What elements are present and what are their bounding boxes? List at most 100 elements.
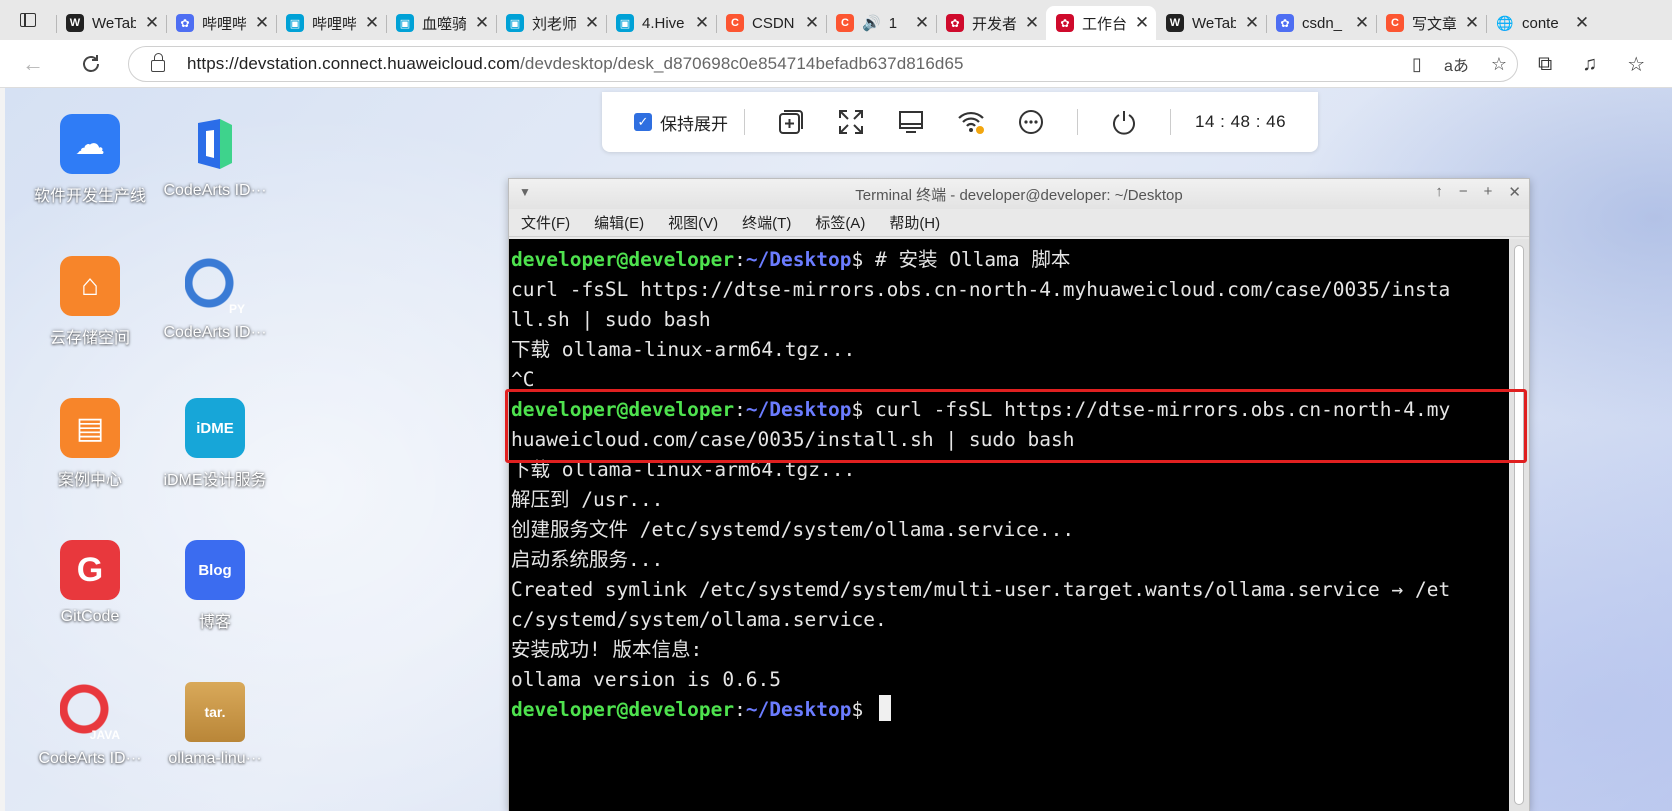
terminal-menu-item[interactable]: 帮助(H)	[889, 212, 940, 233]
bilibili-icon: ▣	[286, 14, 304, 32]
desktop-icon[interactable]: CodeArts ID···	[150, 114, 280, 200]
workspaces-icon	[20, 13, 36, 27]
terminal-menu-item[interactable]: 文件(F)	[521, 212, 570, 233]
tab-title: 开发者	[972, 15, 1016, 33]
browser-tab[interactable]: C 🔊 1 ✕	[826, 6, 936, 40]
terminal-line: 创建服务文件 /etc/systemd/system/ollama.servic…	[509, 515, 1511, 545]
address-bar[interactable]: https://devstation.connect.huaweicloud.c…	[128, 46, 1518, 82]
keep-expanded-checkbox[interactable]: ✓	[634, 113, 652, 131]
bilibili-icon: ▣	[396, 14, 414, 32]
tab-title: 哔哩哔哩	[312, 15, 356, 33]
terminal-line: ollama version is 0.6.5	[509, 665, 1511, 695]
collections-icon[interactable]: ☆	[1627, 52, 1645, 77]
desktop-icon[interactable]: Blog 博客	[150, 540, 280, 632]
browser-tab[interactable]: C CSDN ✕	[716, 6, 826, 40]
browser-tab[interactable]: ✿ 哔哩哔哩 ✕	[166, 6, 276, 40]
desktop-icon[interactable]: G GitCode	[25, 540, 155, 626]
back-button[interactable]: ←	[14, 45, 52, 83]
desktop-icon-label: 软件开发生产线	[33, 188, 146, 205]
terminal-window[interactable]: ▼ Terminal 终端 - developer@developer: ~/D…	[508, 178, 1530, 811]
tab-close-icon[interactable]: ✕	[1574, 13, 1590, 33]
browser-tab[interactable]: ▣ 4.Hive ✕	[606, 6, 716, 40]
display-button[interactable]	[893, 104, 929, 140]
tab-close-icon[interactable]: ✕	[364, 13, 380, 33]
desktop-icon[interactable]: JAVA CodeArts ID···	[25, 682, 155, 768]
desktop-icon[interactable]: ☁ 软件开发生产线	[25, 114, 155, 206]
desktop-icon[interactable]: tar. ollama-linu···	[150, 682, 280, 768]
terminal-output[interactable]: developer@developer:~/Desktop$ # 安装 Olla…	[509, 239, 1511, 811]
power-button[interactable]	[1106, 104, 1142, 140]
codearts-python-icon: PY	[185, 256, 245, 316]
fullscreen-button[interactable]	[833, 104, 869, 140]
tab-title: 血噬骑士	[422, 15, 466, 33]
desktop-icon-label: CodeArts ID···	[38, 750, 142, 767]
desktop-icon[interactable]: iDME iDME设计服务	[150, 398, 280, 490]
navigation-bar: ← https://devstation.connect.huaweicloud…	[0, 40, 1672, 88]
browser-tab[interactable]: W WeTab ✕	[1156, 6, 1266, 40]
desktop-icon-label: iDME设计服务	[163, 472, 267, 489]
tab-close-icon[interactable]: ✕	[1024, 13, 1040, 33]
close-icon[interactable]: ✕	[1508, 183, 1521, 201]
tar-archive-icon: tar.	[185, 682, 245, 742]
terminal-line-text: 创建服务文件 /etc/systemd/system/ollama.servic…	[511, 518, 1075, 541]
translate-icon[interactable]: aあ	[1444, 52, 1469, 76]
terminal-menu-item[interactable]: 标签(A)	[815, 212, 865, 233]
tab-close-icon[interactable]: ✕	[694, 13, 710, 33]
maximize-icon[interactable]: +	[1484, 183, 1493, 201]
tab-close-icon[interactable]: ✕	[144, 13, 160, 33]
tab-close-icon[interactable]: ✕	[1354, 13, 1370, 33]
desktop-icon[interactable]: ⌂ 云存储空间	[25, 256, 155, 348]
reload-button[interactable]	[72, 45, 110, 83]
terminal-line-text: 解压到 /usr...	[511, 488, 664, 511]
add-window-button[interactable]	[773, 104, 809, 140]
tab-close-icon[interactable]: ✕	[914, 13, 930, 33]
network-button[interactable]	[953, 104, 989, 140]
case-center-icon: ▤	[60, 398, 120, 458]
session-clock: 14 : 48 : 46	[1195, 112, 1287, 131]
browser-tab-strip: WWeTab✕✿哔哩哔哩✕▣哔哩哔哩✕▣血噬骑士✕▣刘老师✕▣4.Hive✕CC…	[0, 0, 1672, 40]
desktop-icon[interactable]: PY CodeArts ID···	[150, 256, 280, 342]
tab-close-icon[interactable]: ✕	[584, 13, 600, 33]
browser-tab[interactable]: ▣ 哔哩哔哩 ✕	[276, 6, 386, 40]
tab-title: WeTab	[92, 14, 136, 32]
terminal-menu-item[interactable]: 终端(T)	[742, 212, 791, 233]
browser-tab[interactable]: W WeTab ✕	[56, 6, 166, 40]
scrollbar-thumb[interactable]	[1514, 245, 1524, 805]
terminal-menu-item[interactable]: 编辑(E)	[594, 212, 644, 233]
tab-close-icon[interactable]: ✕	[254, 13, 270, 33]
favorites-bar-icon[interactable]: ♫	[1582, 53, 1597, 76]
tab-close-icon[interactable]: ✕	[1244, 13, 1260, 33]
tab-close-icon[interactable]: ✕	[804, 13, 820, 33]
minimize-icon[interactable]: −	[1459, 183, 1468, 201]
desktop-icon[interactable]: ▤ 案例中心	[25, 398, 155, 490]
favorite-star-icon[interactable]: ☆	[1491, 54, 1507, 75]
toolbar-divider	[1077, 109, 1078, 135]
tab-close-icon[interactable]: ✕	[1134, 13, 1150, 33]
terminal-line-text: ^C	[511, 368, 535, 391]
tab-close-icon[interactable]: ✕	[1464, 13, 1480, 33]
browser-tab[interactable]: 🌐 conte ✕	[1486, 6, 1596, 40]
browser-tab[interactable]: C 写文章 ✕	[1376, 6, 1486, 40]
browser-tab[interactable]: ✿ 工作台 ✕	[1046, 6, 1156, 40]
back-arrow-icon: ←	[22, 50, 44, 76]
terminal-titlebar[interactable]: ▼ Terminal 终端 - developer@developer: ~/D…	[509, 179, 1529, 209]
csdn-icon: C	[1386, 14, 1404, 32]
tab-title: CSDN	[752, 14, 795, 32]
window-menu-icon[interactable]: ▼	[519, 185, 531, 199]
more-button[interactable]	[1013, 104, 1049, 140]
reading-view-icon[interactable]: ▯	[1412, 54, 1422, 75]
browser-tab[interactable]: ✿ csdn_ ✕	[1266, 6, 1376, 40]
workspaces-button[interactable]	[0, 0, 56, 40]
speaker-icon[interactable]: 🔊	[862, 14, 881, 32]
browser-tab[interactable]: ▣ 血噬骑士 ✕	[386, 6, 496, 40]
terminal-line-text: 安装成功! 版本信息:	[511, 638, 703, 661]
csdn-icon: C	[726, 14, 744, 32]
terminal-menu-item[interactable]: 视图(V)	[668, 212, 718, 233]
terminal-line: 解压到 /usr...	[509, 485, 1511, 515]
browser-tab[interactable]: ✿ 开发者 ✕	[936, 6, 1046, 40]
tab-close-icon[interactable]: ✕	[474, 13, 490, 33]
terminal-scrollbar[interactable]	[1509, 239, 1529, 811]
keep-above-icon[interactable]: ↑	[1435, 183, 1443, 201]
extensions-icon[interactable]: ⧉	[1538, 53, 1552, 76]
browser-tab[interactable]: ▣ 刘老师 ✕	[496, 6, 606, 40]
